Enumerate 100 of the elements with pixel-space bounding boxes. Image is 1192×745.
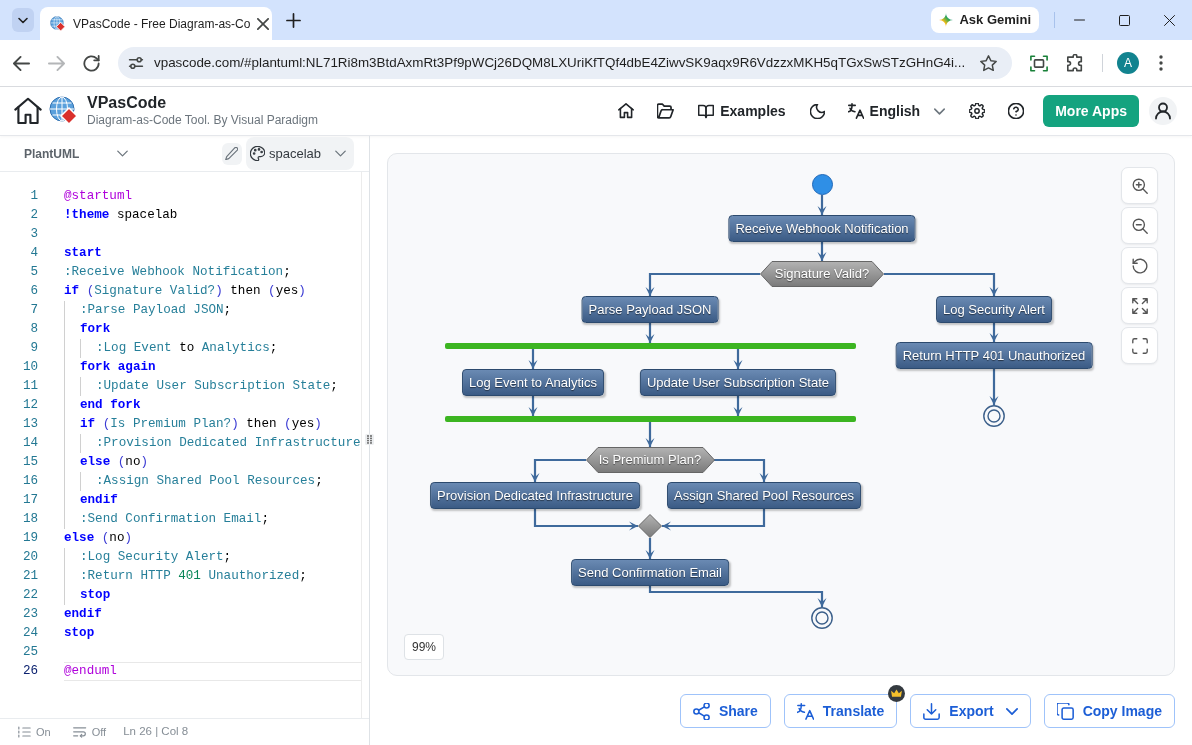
line-number: 11 xyxy=(22,379,38,393)
zoom-in-icon xyxy=(1131,177,1148,194)
code-line: else (no) xyxy=(80,454,149,471)
folder-icon[interactable] xyxy=(656,103,674,119)
line-number: 18 xyxy=(22,512,38,526)
code-line: if (Is Premium Plan?) then (yes) xyxy=(80,416,322,433)
language-select[interactable]: PlantUML xyxy=(24,144,128,163)
decision-node: Signature Valid? xyxy=(760,261,884,287)
list-icon xyxy=(18,726,31,738)
code-line: @startuml xyxy=(64,188,133,205)
help-icon[interactable] xyxy=(1008,103,1025,119)
more-apps-button[interactable]: More Apps xyxy=(1043,95,1139,127)
reset-view-button[interactable] xyxy=(1121,247,1158,284)
fit-button[interactable] xyxy=(1121,287,1158,324)
tab-title: VPasCode - Free Diagram-as-Co xyxy=(73,15,251,33)
home-icon[interactable] xyxy=(618,103,635,119)
code-line: :Provision Dedicated Infrastructure xyxy=(96,435,361,452)
code-line: :Parse Payload JSON; xyxy=(80,302,232,319)
code-line: fork again xyxy=(80,359,156,376)
line-number: 9 xyxy=(30,341,38,355)
line-numbers-toggle[interactable]: On xyxy=(18,723,51,741)
translate-icon xyxy=(847,103,864,119)
chevron-down-icon xyxy=(934,107,946,115)
share-button[interactable]: Share xyxy=(679,694,771,728)
word-wrap-toggle[interactable]: Off xyxy=(72,723,107,741)
flow-arrow xyxy=(733,396,743,416)
frame-corners-icon[interactable] xyxy=(1030,54,1048,72)
line-number: 1 xyxy=(30,189,38,203)
zoom-in-button[interactable] xyxy=(1121,167,1158,204)
action-node: Log Security Alert xyxy=(936,296,1052,323)
maximize-icon[interactable] xyxy=(1119,14,1130,26)
line-number: 10 xyxy=(22,360,38,374)
line-number: 17 xyxy=(22,493,38,507)
export-button[interactable]: Export xyxy=(910,694,1031,728)
code-line: endif xyxy=(80,492,118,509)
pencil-icon xyxy=(225,147,239,160)
end-node xyxy=(811,607,833,629)
code-line: :Assign Shared Pool Resources; xyxy=(96,473,323,490)
home-icon[interactable] xyxy=(14,97,42,125)
edit-button[interactable] xyxy=(221,142,242,165)
theme-select[interactable]: spacelab xyxy=(245,137,354,170)
action-node: Log Event to Analytics xyxy=(462,369,604,396)
ask-gemini-button[interactable]: Ask Gemini xyxy=(931,7,1039,33)
code-line: stop xyxy=(64,625,95,642)
sparkle-icon xyxy=(939,13,954,27)
close-icon[interactable] xyxy=(257,17,270,30)
examples-link[interactable]: Examples xyxy=(698,100,786,122)
more-options-icon[interactable] xyxy=(1159,55,1163,71)
line-number: 6 xyxy=(30,284,38,298)
code-line: fork xyxy=(80,321,111,338)
flow-arrow xyxy=(645,323,655,343)
chevron-down-icon[interactable] xyxy=(12,8,34,32)
share-icon xyxy=(692,702,710,720)
code-line: else (no) xyxy=(64,530,133,547)
chevron-down-icon xyxy=(117,150,128,157)
download-icon xyxy=(923,702,941,720)
settings-icon[interactable] xyxy=(969,103,986,119)
code-line: :Log Security Alert; xyxy=(80,549,232,566)
translate-icon xyxy=(796,702,814,720)
line-number: 5 xyxy=(30,265,38,279)
line-number: 23 xyxy=(22,607,38,621)
reload-icon[interactable] xyxy=(83,54,100,72)
flow-arrow xyxy=(528,349,538,369)
line-number: 20 xyxy=(22,550,38,564)
profile-avatar[interactable]: A xyxy=(1117,52,1139,74)
action-node: Receive Webhook Notification xyxy=(728,215,916,242)
user-icon[interactable] xyxy=(1149,97,1177,125)
action-node: Parse Payload JSON xyxy=(581,296,719,323)
expand-arrows-icon xyxy=(1131,297,1148,314)
language-dropdown[interactable]: English xyxy=(847,100,946,122)
close-icon[interactable] xyxy=(1164,14,1175,26)
cursor-position: Ln 26 | Col 8 xyxy=(123,724,189,740)
line-number: 26 xyxy=(22,664,38,678)
action-node: Return HTTP 401 Unauthorized xyxy=(895,342,1093,369)
line-number: 21 xyxy=(22,569,38,583)
sliders-icon[interactable] xyxy=(128,55,144,71)
zoom-out-button[interactable] xyxy=(1121,207,1158,244)
code-line: if (Signature Valid?) then (yes) xyxy=(64,283,306,300)
drag-handle-icon[interactable] xyxy=(365,434,374,445)
code-line: end fork xyxy=(80,397,141,414)
star-icon[interactable] xyxy=(980,54,997,72)
puzzle-piece-icon[interactable] xyxy=(1066,54,1084,72)
translate-button[interactable]: Translate xyxy=(783,694,898,728)
action-node: Assign Shared Pool Resources xyxy=(667,482,861,509)
copy-image-button[interactable]: Copy Image xyxy=(1043,694,1175,728)
line-number: 19 xyxy=(22,531,38,545)
line-number: 14 xyxy=(22,436,38,450)
fullscreen-button[interactable] xyxy=(1121,327,1158,364)
flow-arrow xyxy=(733,349,743,369)
plus-icon[interactable] xyxy=(286,12,301,28)
code-line: !theme spacelab xyxy=(64,207,178,224)
moon-icon[interactable] xyxy=(810,103,826,119)
url-text: vpascode.com/#plantuml:NL71Ri8m3BtdAxmRt3Pf9pWCj26DQM8LXUriKfTQf4dbE4ZiwvSK9aqx9R6VdzzxMKH5qTGxSwSTzGHnG4i... xyxy=(154,53,967,72)
fullscreen-icon xyxy=(1131,337,1148,354)
back-arrow-icon[interactable] xyxy=(13,54,30,72)
browser-tab[interactable]: VPasCode - Free Diagram-as-Co xyxy=(40,7,272,40)
app-tagline: Diagram-as-Code Tool. By Visual Paradigm xyxy=(87,114,318,129)
copy-icon xyxy=(1056,702,1074,720)
address-bar[interactable]: vpascode.com/#plantuml:NL71Ri8m3BtdAxmRt3Pf9pWCj26DQM8LXUriKfTQf4dbE4ZiwvSK9aqx9R6VdzzxMKH5qTGxSwSTzGHnG4i... xyxy=(118,47,1012,79)
code-line: @enduml xyxy=(64,663,117,680)
